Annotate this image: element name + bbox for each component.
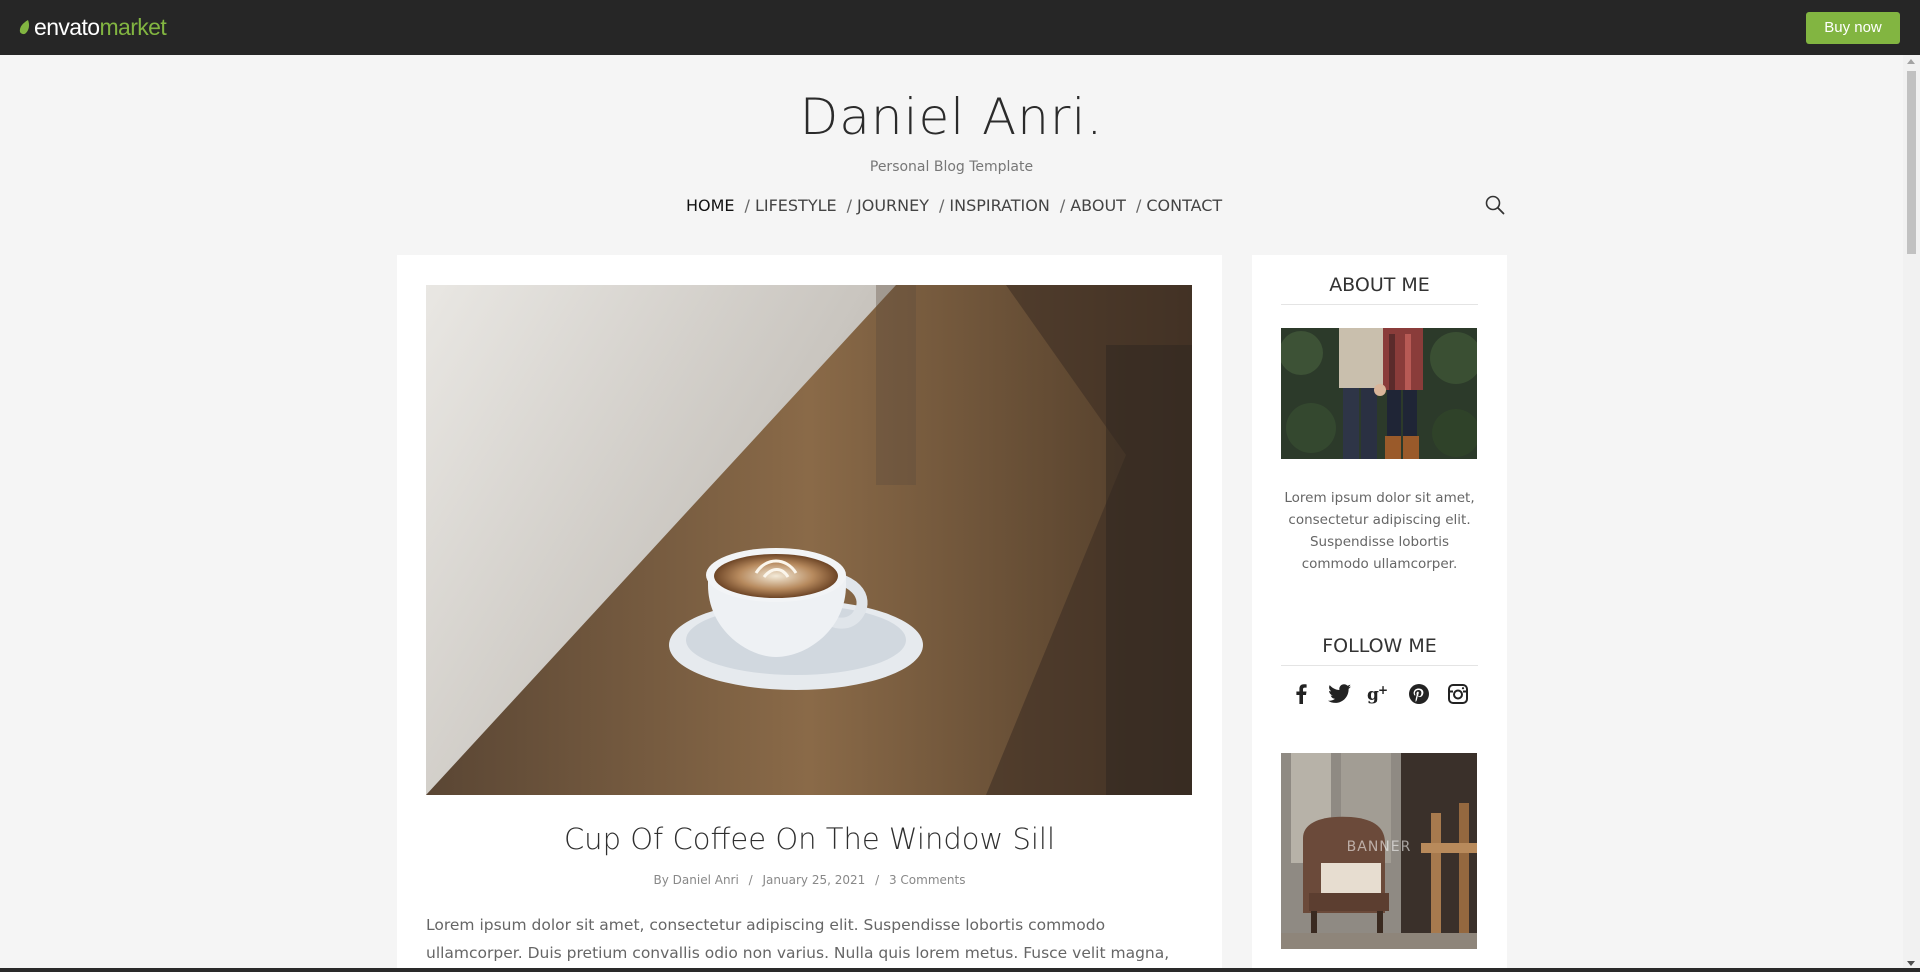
- buy-now-button[interactable]: Buy now: [1806, 12, 1900, 44]
- nav-item-about[interactable]: ABOUT: [1070, 196, 1126, 215]
- post-meta: By Daniel Anri / January 25, 2021 / 3 Co…: [397, 873, 1222, 887]
- nav-separator: /: [1059, 195, 1066, 215]
- scroll-down-arrow-icon[interactable]: [1907, 961, 1915, 966]
- nav-separator: /: [744, 195, 750, 215]
- logo-market-text: market: [99, 13, 167, 40]
- envato-topbar: envato market Buy now: [0, 0, 1920, 55]
- nav-item-home[interactable]: HOME: [686, 196, 735, 215]
- nav-item-contact[interactable]: CONTACT: [1146, 196, 1222, 215]
- logo-envato-text: envato: [34, 13, 100, 40]
- scroll-up-arrow-icon[interactable]: [1907, 59, 1915, 64]
- twitter-icon[interactable]: [1328, 682, 1352, 706]
- instagram-icon[interactable]: [1446, 682, 1470, 706]
- social-links: g +: [1281, 682, 1478, 706]
- post-author[interactable]: By Daniel Anri: [654, 873, 739, 887]
- site-title[interactable]: Daniel Anri.: [0, 88, 1903, 146]
- leaf-icon: [19, 19, 30, 34]
- about-me-text: Lorem ipsum dolor sit amet, consectetur …: [1284, 490, 1475, 572]
- envato-market-logo[interactable]: envato market: [19, 13, 167, 40]
- post-featured-image[interactable]: [426, 285, 1192, 795]
- couple-photo: [1281, 328, 1477, 459]
- coffee-cup-photo: [426, 285, 1192, 795]
- scrollbar-thumb[interactable]: [1907, 71, 1916, 254]
- pinterest-icon[interactable]: [1407, 682, 1431, 706]
- page-scrollbar[interactable]: [1903, 55, 1920, 972]
- google-plus-icon[interactable]: g +: [1367, 682, 1391, 706]
- meta-separator: /: [748, 873, 753, 887]
- nav-item-journey[interactable]: JOURNEY: [857, 196, 929, 215]
- main-nav: HOME / LIFESTYLE / JOURNEY / INSPIRATION…: [686, 195, 1222, 215]
- nav-item-inspiration[interactable]: INSPIRATION: [949, 196, 1049, 215]
- nav-item-lifestyle[interactable]: LIFESTYLE: [755, 196, 837, 215]
- follow-me-heading: FOLLOW ME: [1281, 635, 1478, 666]
- sidebar: ABOUT ME Lorem ipsum dolor sit amet, con…: [1252, 255, 1507, 972]
- window-bottom-edge: [0, 968, 1920, 972]
- banner-label: BANNER: [1346, 839, 1412, 855]
- about-me-heading: ABOUT ME: [1281, 274, 1478, 305]
- nav-separator: /: [1135, 195, 1142, 215]
- sidebar-banner[interactable]: BANNER: [1281, 753, 1477, 949]
- post-title[interactable]: Cup Of Coffee On The Window Sill: [397, 822, 1222, 856]
- post-comments-link[interactable]: 3 Comments: [889, 873, 966, 887]
- nav-separator: /: [846, 195, 852, 215]
- about-me-photo: [1281, 328, 1477, 459]
- svg-text:+: +: [1378, 684, 1388, 697]
- meta-separator: /: [875, 873, 880, 887]
- site-tagline: Personal Blog Template: [869, 159, 1034, 175]
- search-icon[interactable]: [1484, 194, 1506, 216]
- facebook-icon[interactable]: [1289, 682, 1313, 706]
- post-card: Cup Of Coffee On The Window Sill By Dani…: [397, 255, 1222, 972]
- nav-separator: /: [939, 195, 945, 215]
- post-date[interactable]: January 25, 2021: [763, 873, 866, 887]
- post-excerpt: Lorem ipsum dolor sit amet, consectetur …: [426, 916, 1170, 962]
